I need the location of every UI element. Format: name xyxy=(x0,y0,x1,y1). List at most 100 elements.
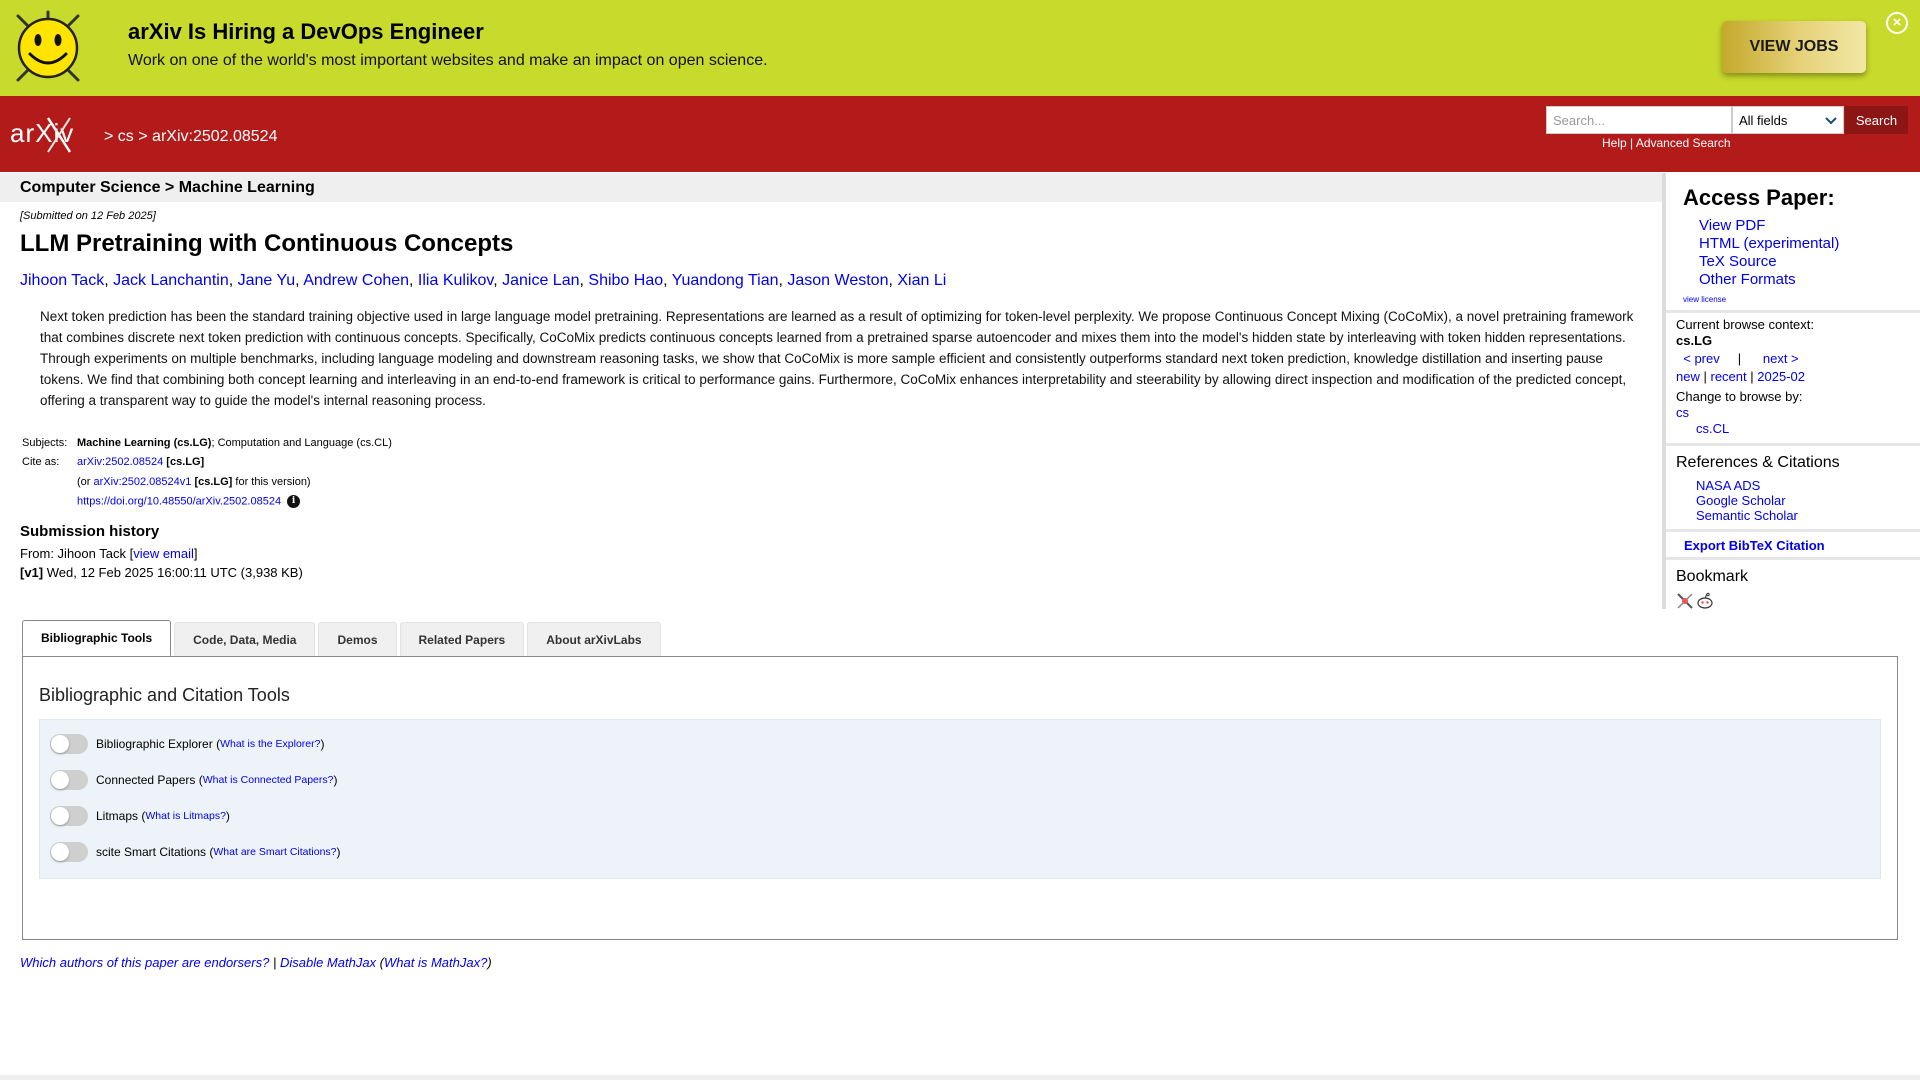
cite-id-link[interactable]: arXiv:2502.08524 xyxy=(77,456,163,468)
version-id-link[interactable]: arXiv:2502.08524v1 xyxy=(94,476,192,488)
search-button[interactable]: Search xyxy=(1845,106,1908,134)
browse-nav: < prev | next > xyxy=(1676,351,1920,367)
prev-link[interactable]: < prev xyxy=(1683,351,1720,366)
tab-about-arxivlabs[interactable]: About arXivLabs xyxy=(527,622,661,656)
tab-related-papers[interactable]: Related Papers xyxy=(399,622,525,656)
breadcrumb-cs[interactable]: cs xyxy=(118,128,134,145)
footer-sep: | xyxy=(272,955,277,970)
endorsers-link[interactable]: Which authors of this paper are endorser… xyxy=(20,955,269,970)
search-field-select[interactable]: All fields xyxy=(1732,106,1844,134)
close-banner-icon[interactable]: × xyxy=(1886,12,1908,34)
nav-sep: | xyxy=(1737,351,1742,366)
toggle-label: Bibliographic Explorer xyxy=(96,737,213,751)
view-jobs-button[interactable]: VIEW JOBS xyxy=(1722,21,1866,73)
submitter-text: From: Jihoon Tack [ xyxy=(20,546,134,561)
author-link[interactable]: Jason Weston xyxy=(787,272,888,289)
references-block: References & Citations NASA ADS Google S… xyxy=(1666,454,1920,532)
recent-link[interactable]: recent xyxy=(1711,369,1747,384)
tab-code-data-media[interactable]: Code, Data, Media xyxy=(174,622,316,656)
references-title: References & Citations xyxy=(1676,454,1840,471)
litmaps-toggle[interactable] xyxy=(50,806,88,826)
author-separator: , xyxy=(663,272,672,289)
access-paper-block: Access Paper: View PDF HTML (experimenta… xyxy=(1666,185,1920,313)
reddit-icon[interactable] xyxy=(1696,592,1714,610)
author-list: Jihoon Tack, Jack Lanchantin, Jane Yu, A… xyxy=(20,272,1650,290)
toggle-row-litmaps: Litmaps (What is Litmaps?) xyxy=(50,806,230,826)
search-field-value: All fields xyxy=(1739,112,1788,128)
doi-link[interactable]: https://doi.org/10.48550/arXiv.2502.0852… xyxy=(77,495,281,507)
html-link[interactable]: HTML (experimental) xyxy=(1699,235,1920,253)
access-paper-title: Access Paper: xyxy=(1683,185,1835,210)
paper-title: LLM Pretraining with Continuous Concepts xyxy=(20,230,514,257)
nasa-ads-link[interactable]: NASA ADS xyxy=(1696,478,1920,493)
view-email-link[interactable]: view email xyxy=(133,546,194,561)
scite-toggle[interactable] xyxy=(50,842,88,862)
primary-subject: Machine Learning (cs.LG) xyxy=(77,436,212,449)
version-tag: [v1] xyxy=(20,565,44,580)
view-pdf-link[interactable]: View PDF xyxy=(1699,217,1920,235)
submission-history-title: Submission history xyxy=(20,523,160,540)
author-link[interactable]: Xian Li xyxy=(897,272,946,289)
advanced-search-link[interactable]: Advanced Search xyxy=(1636,136,1731,150)
author-link[interactable]: Ilia Kulikov xyxy=(418,272,493,289)
subject-header: Computer Science > Machine Learning xyxy=(0,173,1662,202)
site-header: arXiv > cs > arXiv:2502.08524 Search... … xyxy=(0,96,1920,172)
view-license-link[interactable]: view license xyxy=(1683,295,1920,304)
explorer-toggle[interactable] xyxy=(50,734,88,754)
cite-category: [cs.LG] xyxy=(166,456,205,469)
tab-demos[interactable]: Demos xyxy=(318,622,397,656)
what-mathjax-link[interactable]: What is MathJax? xyxy=(384,955,487,970)
abstract: Next token prediction has been the stand… xyxy=(40,309,1634,408)
google-scholar-link[interactable]: Google Scholar xyxy=(1696,493,1920,508)
toggle-row-explorer: Bibliographic Explorer (What is the Expl… xyxy=(50,734,324,754)
semantic-scholar-link[interactable]: Semantic Scholar xyxy=(1696,508,1920,523)
access-links: View PDF HTML (experimental) TeX Source … xyxy=(1699,217,1920,289)
submitted-date: [Submitted on 12 Feb 2025] xyxy=(20,210,156,222)
banner-title: arXiv Is Hiring a DevOps Engineer xyxy=(128,19,484,44)
author-link[interactable]: Janice Lan xyxy=(502,272,579,289)
next-link[interactable]: next > xyxy=(1763,351,1799,366)
author-separator: , xyxy=(228,272,238,289)
arxiv-logo[interactable]: arXiv xyxy=(10,114,102,156)
version-post: for this version) xyxy=(235,475,311,488)
disable-mathjax-link[interactable]: Disable MathJax xyxy=(280,955,376,970)
help-link[interactable]: What is Litmaps? xyxy=(145,810,226,822)
info-icon[interactable]: i xyxy=(287,494,301,508)
new-link[interactable]: new xyxy=(1676,369,1700,384)
chevron-down-icon xyxy=(1825,113,1837,128)
author-separator: , xyxy=(409,272,418,289)
paper-main: [Submitted on 12 Feb 2025] LLM Pretraini… xyxy=(20,208,1650,580)
bookmark-icons xyxy=(1676,592,1920,610)
help-link[interactable]: Help xyxy=(1602,136,1627,150)
breadcrumb-paper: arXiv:2502.08524 xyxy=(152,128,278,145)
author-link[interactable]: Andrew Cohen xyxy=(303,272,409,289)
breadcrumb: > cs > arXiv:2502.08524 xyxy=(104,128,277,146)
help-link[interactable]: What are Smart Citations? xyxy=(213,846,336,858)
connected-papers-toggle[interactable] xyxy=(50,770,88,790)
help-link[interactable]: What is the Explorer? xyxy=(220,738,320,750)
author-link[interactable]: Jihoon Tack xyxy=(20,272,104,289)
author-separator: , xyxy=(104,272,114,289)
author-link[interactable]: Jane Yu xyxy=(238,272,296,289)
browse-cscl-link[interactable]: cs.CL xyxy=(1696,421,1920,437)
toggle-row-scite: scite Smart Citations (What are Smart Ci… xyxy=(50,842,341,862)
change-browse-label: Change to browse by: xyxy=(1676,389,1803,404)
bracket-close: ] xyxy=(193,546,198,561)
bibsonomy-icon[interactable] xyxy=(1676,592,1694,610)
smiley-logo-icon xyxy=(16,10,80,82)
browse-cs-link[interactable]: cs xyxy=(1676,405,1920,421)
author-link[interactable]: Shibo Hao xyxy=(588,272,663,289)
month-link[interactable]: 2025-02 xyxy=(1757,369,1805,384)
banner-subtitle: Work on one of the world's most importan… xyxy=(128,52,768,69)
tab-bibliographic-tools[interactable]: Bibliographic Tools xyxy=(22,620,172,656)
author-link[interactable]: Jack Lanchantin xyxy=(113,272,229,289)
search-input[interactable]: Search... xyxy=(1546,106,1732,134)
toggle-label: Litmaps xyxy=(96,809,139,823)
author-link[interactable]: Yuandong Tian xyxy=(672,272,779,289)
export-bibtex-link[interactable]: Export BibTeX Citation xyxy=(1666,532,1920,560)
tex-source-link[interactable]: TeX Source xyxy=(1699,253,1920,271)
tool-tabs: Bibliographic Tools Code, Data, Media De… xyxy=(22,620,664,656)
other-formats-link[interactable]: Other Formats xyxy=(1699,271,1920,289)
toggle-label: scite Smart Citations xyxy=(96,845,207,859)
help-link[interactable]: What is Connected Papers? xyxy=(203,774,334,786)
